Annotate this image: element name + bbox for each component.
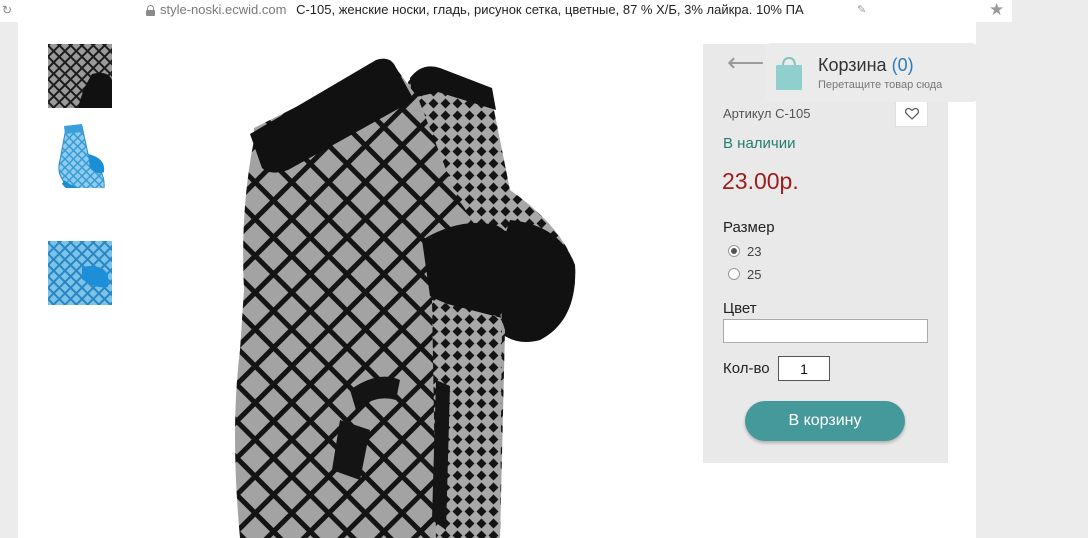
thumbnail-gray-sock[interactable] xyxy=(48,44,112,108)
minicart-hint: Перетащите товар сюда xyxy=(818,79,943,91)
shopping-bag-icon[interactable] xyxy=(775,55,803,91)
browser-address-bar: ↻ style-noski.ecwid.com С-105, женские н… xyxy=(0,0,1088,22)
page-title-in-address-bar: С-105, женские носки, гладь, рисунок сет… xyxy=(296,2,804,17)
url-text[interactable]: style-noski.ecwid.com С-105, женские нос… xyxy=(160,2,804,17)
back-arrow-icon[interactable]: ⟵ xyxy=(727,49,764,75)
browser-chrome-edge xyxy=(1012,0,1088,22)
edit-icon[interactable]: ✎ xyxy=(857,3,866,16)
minicart-title-text: Корзина xyxy=(818,55,887,75)
product-sku: Артикул С-105 xyxy=(723,106,811,121)
color-input[interactable] xyxy=(723,319,928,343)
size-radio-25[interactable] xyxy=(728,268,740,280)
quantity-label: Кол-во xyxy=(723,360,770,377)
bookmark-star-icon[interactable]: ★ xyxy=(989,0,1004,20)
product-main-image[interactable] xyxy=(200,50,620,538)
size-label: Размер xyxy=(723,219,775,236)
size-option-23[interactable]: 23 xyxy=(728,243,761,259)
minicart-count: (0) xyxy=(891,55,914,75)
stock-status: В наличии xyxy=(723,135,796,152)
thumbnail-blue-closeup[interactable] xyxy=(48,241,112,305)
heart-icon xyxy=(904,108,919,120)
minicart-title[interactable]: Корзина (0) xyxy=(818,55,914,76)
url-domain: style-noski.ecwid.com xyxy=(160,2,287,17)
add-to-cart-button[interactable]: В корзину xyxy=(745,401,905,441)
size-radio-23[interactable] xyxy=(728,245,740,257)
size-option-label: 25 xyxy=(747,266,762,282)
size-option-label: 23 xyxy=(747,243,762,259)
reload-icon[interactable]: ↻ xyxy=(2,3,12,17)
color-label: Цвет xyxy=(723,300,757,317)
quantity-input[interactable] xyxy=(778,356,830,381)
size-option-25[interactable]: 25 xyxy=(728,266,761,282)
favorite-button[interactable] xyxy=(895,101,928,127)
thumbnail-blue-sock[interactable] xyxy=(48,124,112,188)
lock-icon[interactable] xyxy=(146,5,155,16)
product-price: 23.00р. xyxy=(722,168,799,194)
